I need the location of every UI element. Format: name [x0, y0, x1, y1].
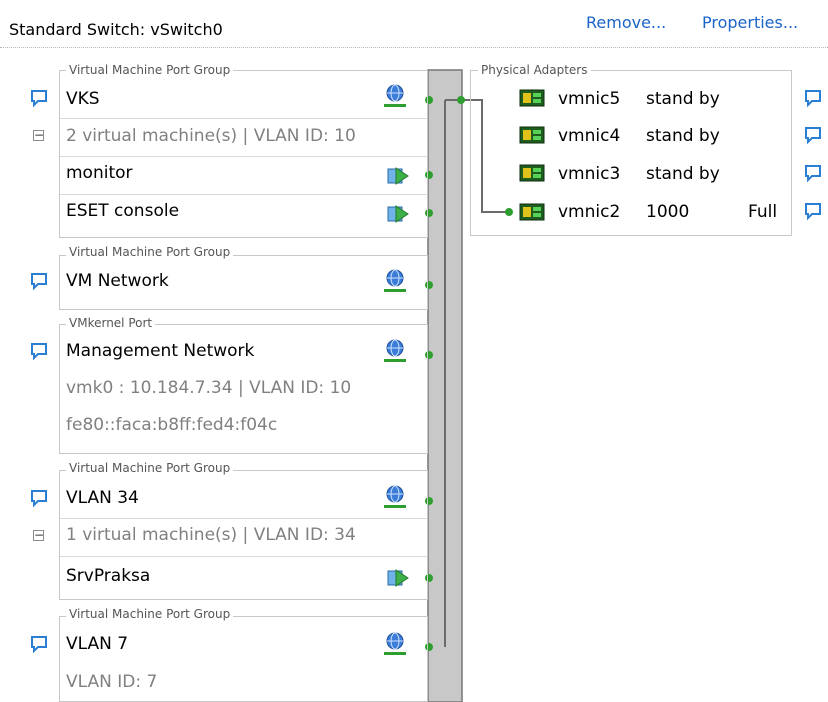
port-group-name: VLAN 7: [66, 634, 129, 654]
virtual-machine-icon: [387, 167, 409, 185]
row-divider: [60, 518, 427, 519]
nic-speed: 1000: [646, 202, 690, 222]
network-globe-icon: [384, 485, 406, 508]
port-group-name: VLAN 34: [66, 488, 139, 508]
port-group-type-label: Virtual Machine Port Group: [66, 607, 234, 621]
speech-bubble-icon[interactable]: [29, 271, 49, 291]
port-group-type-label: Virtual Machine Port Group: [66, 461, 234, 475]
network-adapter-card-icon: [519, 203, 545, 221]
network-globe-icon: [384, 339, 406, 362]
vlan-id-text: VLAN ID: 7: [66, 672, 158, 692]
vm-summary: 2 virtual machine(s) | VLAN ID: 10: [66, 126, 356, 146]
nic-speed: stand by: [646, 89, 720, 109]
network-globe-icon: [384, 84, 406, 107]
speech-bubble-icon[interactable]: [29, 341, 49, 361]
row-divider: [60, 118, 427, 119]
port-group-type-label: Virtual Machine Port Group: [66, 245, 234, 259]
vm-name[interactable]: monitor: [66, 162, 133, 184]
network-globe-icon: [384, 269, 406, 292]
physical-adapters-label: Physical Adapters: [478, 63, 591, 77]
speech-bubble-icon[interactable]: [29, 488, 49, 508]
vm-name[interactable]: ESET console: [66, 200, 179, 222]
nic-speed: stand by: [646, 126, 720, 146]
vmkernel-ipv6: fe80::faca:b8ff:fed4:f04c: [66, 415, 278, 435]
network-adapter-card-icon: [519, 126, 545, 144]
vmkernel-address: vmk0 : 10.184.7.34 | VLAN ID: 10: [66, 378, 352, 398]
virtual-machine-icon: [387, 205, 409, 223]
nic-name: vmnic4: [558, 126, 621, 146]
collapse-minus-icon[interactable]: −: [33, 129, 44, 141]
port-group-type-label: VMkernel Port: [66, 316, 156, 330]
collapse-minus-icon[interactable]: −: [33, 529, 44, 541]
speech-bubble-icon[interactable]: [29, 634, 49, 654]
port-group-name: Management Network: [66, 341, 255, 361]
speech-bubble-icon[interactable]: [803, 163, 823, 183]
nic-duplex: Full: [748, 202, 778, 222]
virtual-machine-icon: [387, 569, 409, 587]
row-divider: [60, 556, 427, 557]
row-divider: [60, 156, 427, 157]
speech-bubble-icon[interactable]: [803, 201, 823, 221]
network-adapter-card-icon: [519, 164, 545, 182]
network-adapter-card-icon: [519, 89, 545, 107]
nic-speed: stand by: [646, 164, 720, 184]
network-globe-icon: [384, 632, 406, 655]
port-group-type-label: Virtual Machine Port Group: [66, 63, 234, 77]
port-group-name: VKS: [66, 89, 100, 109]
vm-name[interactable]: SrvPraksa: [66, 565, 150, 587]
speech-bubble-icon[interactable]: [803, 88, 823, 108]
speech-bubble-icon[interactable]: [29, 88, 49, 108]
nic-name: vmnic5: [558, 89, 621, 109]
port-group-name: VM Network: [66, 271, 169, 291]
speech-bubble-icon[interactable]: [803, 125, 823, 145]
nic-name: vmnic2: [558, 202, 621, 222]
row-divider: [60, 194, 427, 195]
nic-name: vmnic3: [558, 164, 621, 184]
vm-summary: 1 virtual machine(s) | VLAN ID: 34: [66, 525, 356, 545]
